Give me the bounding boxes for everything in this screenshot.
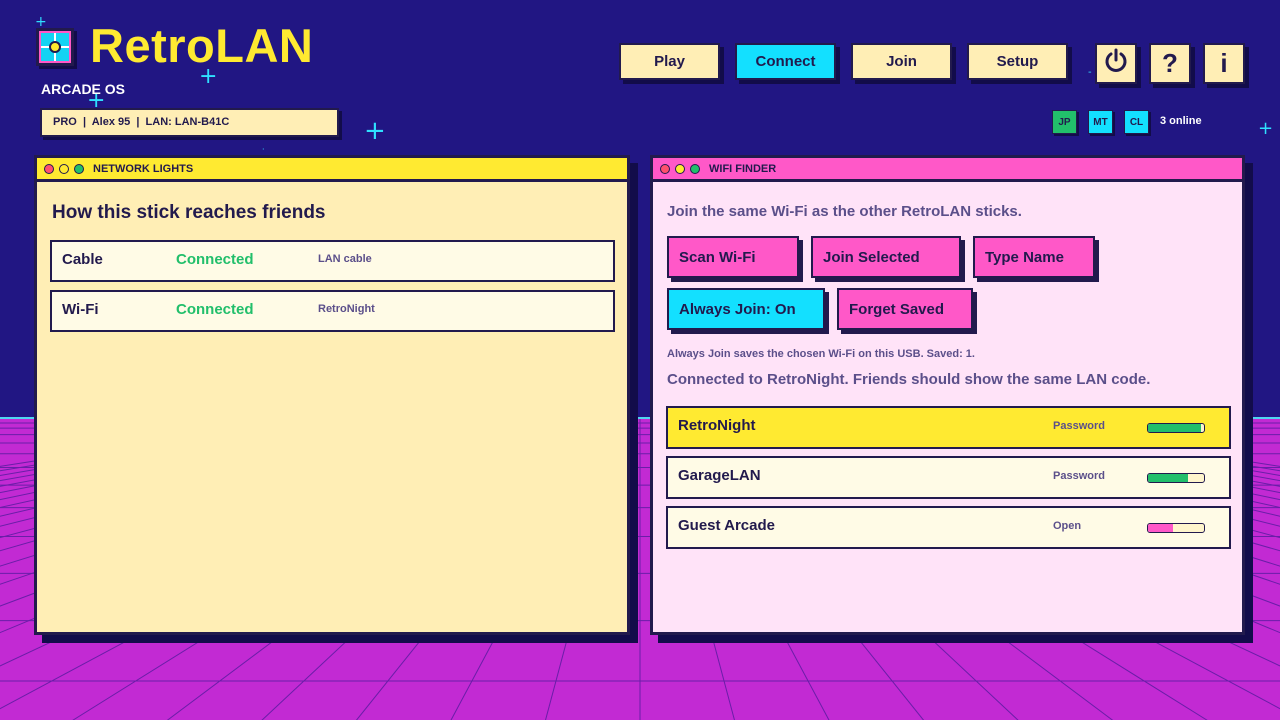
maximize-dot-icon[interactable] (74, 163, 84, 174)
sparkle-icon: - (1088, 67, 1092, 78)
close-dot-icon[interactable] (44, 163, 54, 174)
help-icon: ? (1162, 48, 1178, 78)
network-lights-window: NETWORK LIGHTS How this stick reaches fr… (34, 155, 630, 635)
network-ssid: Guest Arcade (678, 517, 775, 534)
window-titlebar: NETWORK LIGHTS (37, 158, 627, 182)
sparkle-icon: + (35, 14, 47, 30)
connection-row-wifi: Wi-Fi Connected RetroNight (50, 290, 615, 332)
nav-join-button[interactable]: Join (851, 43, 952, 80)
signal-fill (1148, 474, 1189, 482)
profile-bar: PRO | Alex 95 | LAN: LAN-B41C (40, 108, 339, 137)
wifi-network-row[interactable]: Guest Arcade Open (666, 506, 1231, 549)
scan-wifi-button[interactable]: Scan Wi-Fi (667, 236, 799, 278)
connection-name: Wi-Fi (62, 301, 99, 318)
info-icon: i (1220, 48, 1228, 78)
connection-detail: LAN cable (318, 253, 372, 265)
forget-saved-button[interactable]: Forget Saved (837, 288, 973, 330)
section-heading: How this stick reaches friends (52, 202, 326, 223)
window-titlebar: WIFI FINDER (653, 158, 1242, 182)
peer-badge: JP (1052, 110, 1077, 134)
sparkle-icon: · (262, 145, 265, 154)
app-subtitle: ARCADE OS (41, 81, 126, 97)
signal-fill (1148, 424, 1202, 432)
online-count: 3 online (1160, 115, 1202, 127)
window-title: WIFI FINDER (709, 162, 777, 175)
wifi-finder-window: WIFI FINDER Join the same Wi-Fi as the o… (650, 155, 1245, 635)
network-ssid: RetroNight (678, 417, 756, 434)
nav-connect-button[interactable]: Connect (735, 43, 836, 80)
signal-fill (1148, 524, 1174, 532)
type-name-button[interactable]: Type Name (973, 236, 1095, 278)
connection-detail: RetroNight (318, 303, 375, 315)
always-join-toggle[interactable]: Always Join: On (667, 288, 825, 330)
window-title: NETWORK LIGHTS (93, 162, 194, 175)
connection-status: Connected (176, 251, 254, 268)
minimize-dot-icon[interactable] (59, 163, 69, 174)
connection-status-text: Connected to RetroNight. Friends should … (667, 371, 1151, 388)
signal-bar (1147, 523, 1205, 533)
network-security: Password (1053, 470, 1105, 482)
connection-status: Connected (176, 301, 254, 318)
sparkle-icon: + (1258, 118, 1274, 139)
always-join-note: Always Join saves the chosen Wi-Fi on th… (667, 348, 975, 360)
minimize-dot-icon[interactable] (675, 163, 685, 174)
signal-bar (1147, 473, 1205, 483)
connection-name: Cable (62, 251, 103, 268)
peer-badge: MT (1088, 110, 1113, 134)
signal-bar (1147, 423, 1205, 433)
connection-row-cable: Cable Connected LAN cable (50, 240, 615, 282)
nav-play-button[interactable]: Play (619, 43, 720, 80)
info-button[interactable]: i (1203, 43, 1245, 84)
sparkle-icon: + (364, 116, 386, 146)
network-security: Password (1053, 420, 1105, 432)
join-selected-button[interactable]: Join Selected (811, 236, 961, 278)
network-ssid: GarageLAN (678, 467, 761, 484)
power-button[interactable] (1095, 43, 1137, 84)
close-dot-icon[interactable] (660, 163, 670, 174)
maximize-dot-icon[interactable] (690, 163, 700, 174)
wifi-intro: Join the same Wi-Fi as the other RetroLA… (667, 203, 1022, 220)
help-button[interactable]: ? (1149, 43, 1191, 84)
wifi-network-row[interactable]: RetroNight Password (666, 406, 1231, 449)
peer-badge: CL (1124, 110, 1149, 134)
network-security: Open (1053, 520, 1082, 532)
nav-setup-button[interactable]: Setup (967, 43, 1068, 80)
power-icon (1103, 47, 1129, 80)
app-title: RetroLAN (90, 19, 314, 72)
wifi-network-row[interactable]: GarageLAN Password (666, 456, 1231, 499)
crosshair-icon (36, 28, 74, 66)
